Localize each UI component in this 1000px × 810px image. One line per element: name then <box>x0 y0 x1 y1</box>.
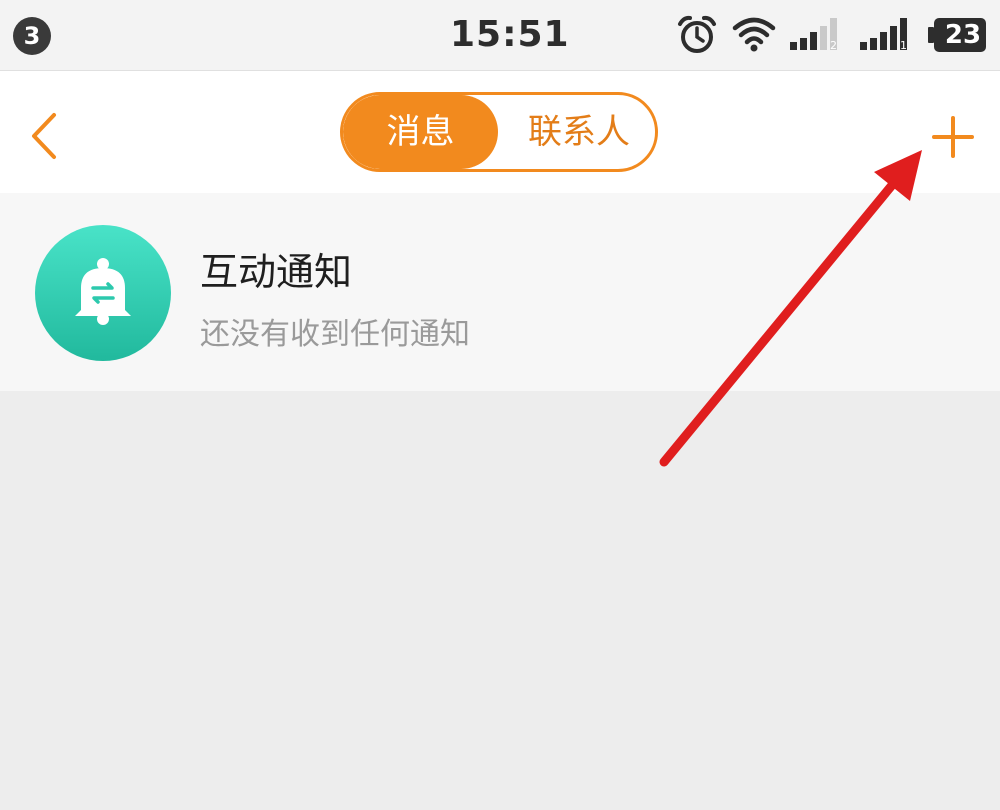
item-title: 互动通知 <box>200 250 353 294</box>
screen: 3 15:51 2 1 23 消息 联系人 互动通知 还没有收到任何通知 <box>0 0 1000 810</box>
svg-text:2: 2 <box>830 39 837 52</box>
status-bar: 3 15:51 2 1 23 <box>0 0 1000 71</box>
status-time: 15:51 <box>450 14 570 55</box>
notification-count-badge: 3 <box>13 17 51 55</box>
alarm-icon <box>678 15 716 53</box>
tab-messages[interactable]: 消息 <box>343 95 498 169</box>
nav-bar: 消息 联系人 <box>0 71 1000 193</box>
plus-icon[interactable] <box>932 116 974 158</box>
avatar <box>35 225 171 361</box>
signal-sim2-icon: 1 <box>860 18 907 52</box>
chevron-left-icon[interactable] <box>26 111 66 161</box>
item-subtitle: 还没有收到任何通知 <box>200 317 470 352</box>
list-item-interactive-notifications[interactable]: 互动通知 还没有收到任何通知 <box>0 193 1000 391</box>
signal-sim1-icon: 2 <box>790 18 837 52</box>
bell-icon <box>75 258 131 325</box>
tab-contacts[interactable]: 联系人 <box>503 95 655 169</box>
battery-level: 23 <box>944 20 982 50</box>
svg-text:1: 1 <box>900 39 907 52</box>
wifi-icon <box>732 17 776 52</box>
tab-segmented-control: 消息 联系人 <box>340 92 658 172</box>
